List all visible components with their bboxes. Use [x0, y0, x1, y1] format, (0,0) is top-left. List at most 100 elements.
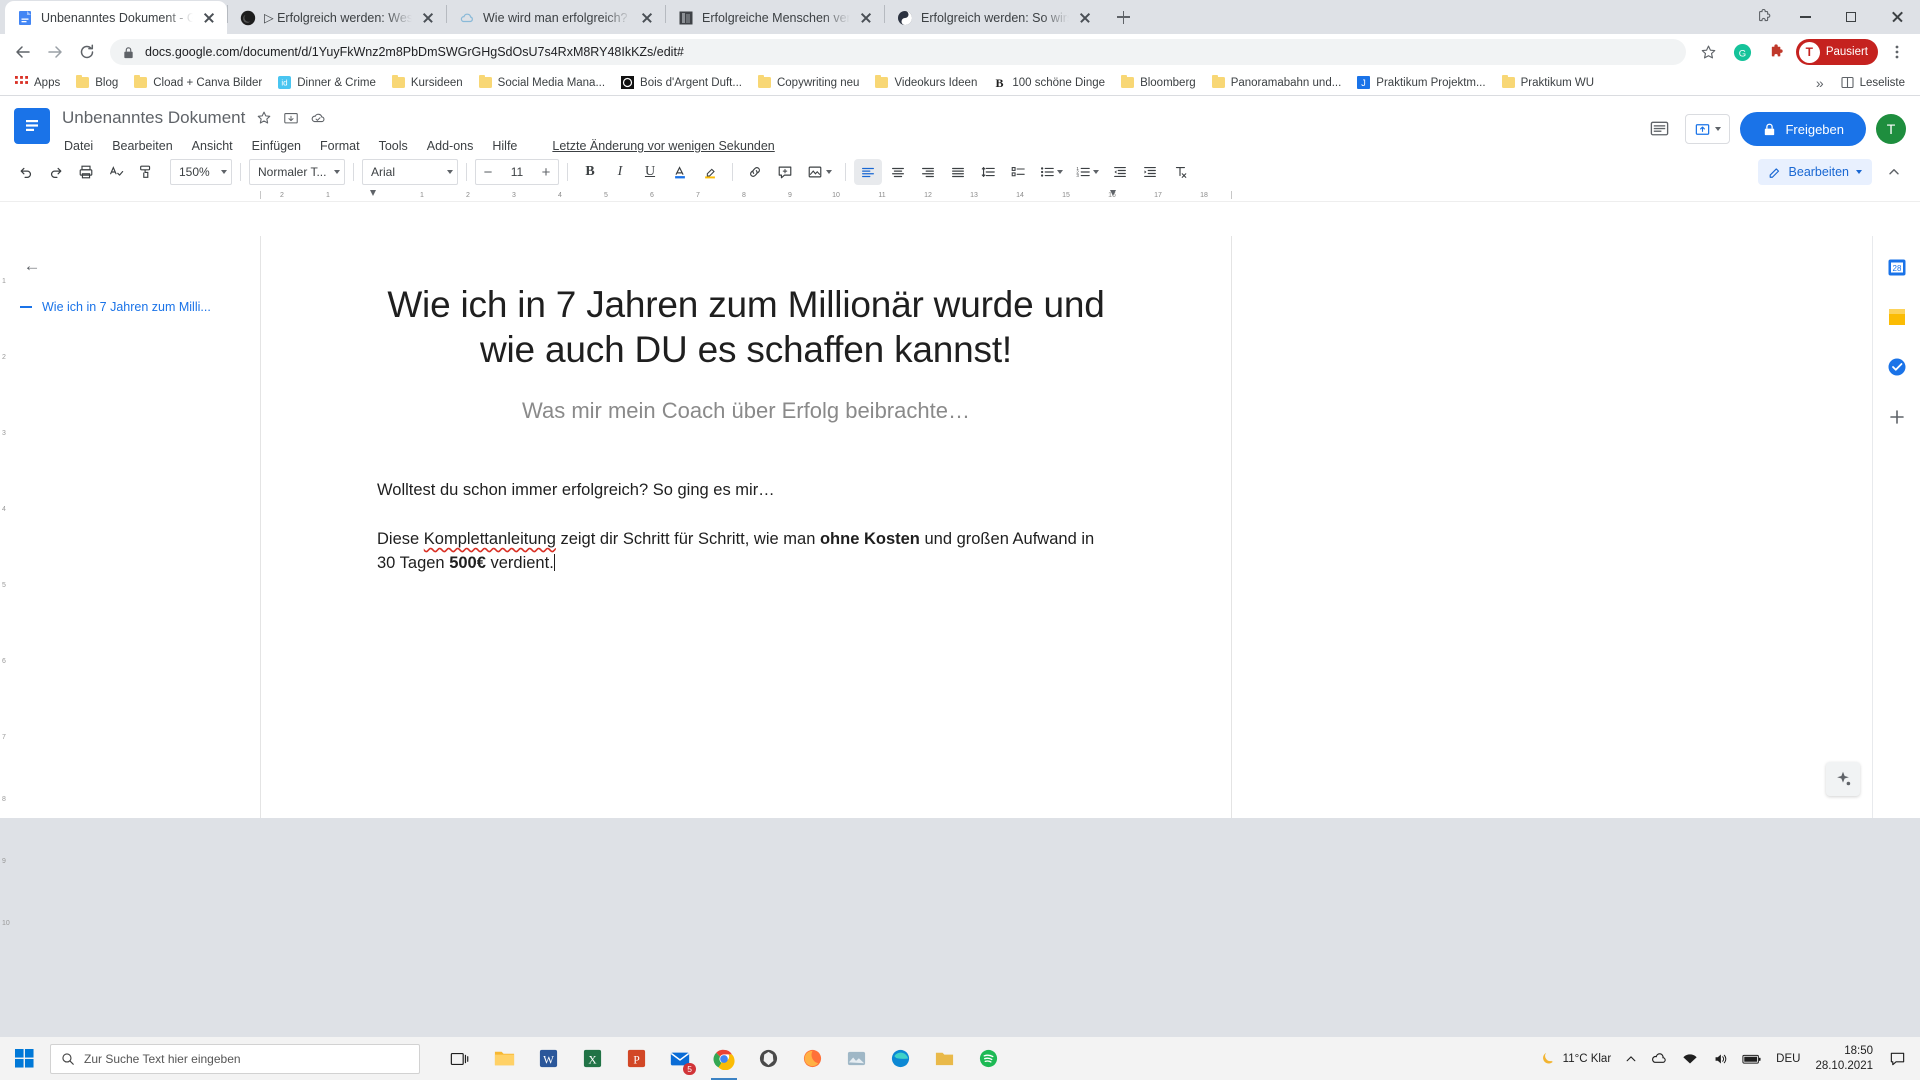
outline-item[interactable]: Wie ich in 7 Jahren zum Milli... — [20, 300, 240, 314]
print-button[interactable] — [72, 159, 100, 185]
close-icon[interactable] — [201, 10, 217, 26]
add-addon-icon[interactable] — [1884, 404, 1910, 430]
menu-datei[interactable]: Datei — [62, 137, 95, 155]
close-outline-button[interactable]: ← — [20, 254, 44, 278]
insert-link-button[interactable] — [741, 159, 769, 185]
chrome-icon[interactable] — [702, 1037, 746, 1080]
explore-button[interactable] — [1826, 762, 1860, 796]
browser-tab-2[interactable]: Wie wird man erfolgreich? – 15 T — [447, 1, 665, 34]
bookmark-copywriting[interactable]: Copywriting neu — [751, 75, 866, 91]
checklist-button[interactable] — [1004, 159, 1032, 185]
close-window-button[interactable] — [1874, 0, 1920, 34]
font-size-decrease[interactable]: − — [476, 164, 500, 181]
document-subheading[interactable]: Was mir mein Coach über Erfolg beibracht… — [377, 398, 1115, 424]
edge-icon[interactable] — [878, 1037, 922, 1080]
folder-icon[interactable] — [922, 1037, 966, 1080]
add-comment-button[interactable] — [771, 159, 799, 185]
horizontal-ruler[interactable]: 21 123 456 789 10 11 12 13 14 15 16 17 18 — [0, 188, 1920, 202]
tray-overflow-button[interactable] — [1618, 1037, 1644, 1080]
browser-tab-4[interactable]: Erfolgreich werden: So wirst du g — [885, 1, 1103, 34]
bookmark-praktikum-wu[interactable]: Praktikum WU — [1495, 75, 1601, 91]
star-icon[interactable] — [256, 110, 272, 126]
avatar[interactable]: T — [1876, 114, 1906, 144]
taskbar-search[interactable]: Zur Suche Text hier eingeben — [50, 1043, 420, 1074]
network-icon[interactable] — [1675, 1037, 1705, 1080]
document-heading[interactable]: Wie ich in 7 Jahren zum Millionär wurde … — [377, 282, 1115, 372]
present-button[interactable] — [1685, 114, 1731, 144]
bookmark-star-icon[interactable] — [1694, 37, 1724, 67]
menu-tools[interactable]: Tools — [377, 137, 410, 155]
bookmark-bois-dargent[interactable]: Bois d'Argent Duft... — [614, 74, 749, 91]
bold-button[interactable]: B — [576, 159, 604, 185]
address-bar[interactable]: docs.google.com/document/d/1YuyFkWnz2m8P… — [110, 39, 1686, 65]
align-justify-button[interactable] — [944, 159, 972, 185]
browser-tab-3[interactable]: Erfolgreiche Menschen verzichter — [666, 1, 884, 34]
firefox-icon[interactable] — [790, 1037, 834, 1080]
document-paragraph-2[interactable]: Diese Komplettanleitung zeigt dir Schrit… — [377, 527, 1115, 576]
last-edit-label[interactable]: Letzte Änderung vor wenigen Sekunden — [550, 137, 776, 155]
underline-button[interactable]: U — [636, 159, 664, 185]
excel-icon[interactable]: X — [570, 1037, 614, 1080]
bookmarks-overflow-button[interactable]: » — [1816, 75, 1824, 91]
move-to-folder-icon[interactable] — [283, 110, 299, 126]
redo-button[interactable] — [42, 159, 70, 185]
decrease-indent-button[interactable] — [1106, 159, 1134, 185]
close-icon[interactable] — [639, 10, 655, 26]
mail-icon[interactable]: 5 — [658, 1037, 702, 1080]
new-tab-button[interactable] — [1109, 3, 1137, 31]
paragraph-style-select[interactable]: Normaler T... — [249, 159, 345, 185]
paint-format-button[interactable] — [132, 159, 160, 185]
menu-hilfe[interactable]: Hilfe — [490, 137, 519, 155]
minimize-button[interactable] — [1782, 0, 1828, 34]
zoom-select[interactable]: 150% — [170, 159, 232, 185]
brave-icon[interactable] — [746, 1037, 790, 1080]
bookmark-blog[interactable]: Blog — [69, 75, 125, 91]
bookmark-panoramabahn[interactable]: Panoramabahn und... — [1205, 75, 1349, 91]
action-center-icon[interactable] — [1881, 1037, 1914, 1080]
align-left-button[interactable] — [854, 159, 882, 185]
bookmark-100-schoene-dinge[interactable]: B 100 schöne Dinge — [986, 74, 1112, 91]
forward-button[interactable] — [40, 37, 70, 67]
bookmark-social-media[interactable]: Social Media Mana... — [472, 75, 612, 91]
word-icon[interactable]: W — [526, 1037, 570, 1080]
back-button[interactable] — [8, 37, 38, 67]
bookmark-videokurs[interactable]: Videokurs Ideen — [868, 75, 984, 91]
bookmark-praktikum-projektm[interactable]: J Praktikum Projektm... — [1350, 74, 1492, 91]
menu-addons[interactable]: Add-ons — [425, 137, 476, 155]
docs-home-icon[interactable] — [14, 108, 50, 144]
menu-bearbeiten[interactable]: Bearbeiten — [110, 137, 174, 155]
document-paragraph-1[interactable]: Wolltest du schon immer erfolgreich? So … — [377, 478, 1115, 503]
grammarly-icon[interactable]: G — [1728, 37, 1758, 67]
close-icon[interactable] — [858, 10, 874, 26]
share-button[interactable]: Freigeben — [1740, 112, 1866, 146]
font-size-stepper[interactable]: − 11 + — [475, 159, 559, 185]
menu-ansicht[interactable]: Ansicht — [190, 137, 235, 155]
increase-indent-button[interactable] — [1136, 159, 1164, 185]
extensions-icon[interactable] — [1762, 37, 1792, 67]
spellcheck-button[interactable] — [102, 159, 130, 185]
file-explorer-icon[interactable] — [482, 1037, 526, 1080]
close-icon[interactable] — [1077, 10, 1093, 26]
undo-button[interactable] — [12, 159, 40, 185]
bookmark-dinner-crime[interactable]: id Dinner & Crime — [271, 74, 383, 91]
menu-einfuegen[interactable]: Einfügen — [250, 137, 303, 155]
menu-format[interactable]: Format — [318, 137, 362, 155]
font-size-value[interactable]: 11 — [500, 165, 534, 179]
numbered-list-button[interactable]: 123 — [1070, 159, 1104, 185]
clear-formatting-button[interactable] — [1166, 159, 1194, 185]
bulleted-list-button[interactable] — [1034, 159, 1068, 185]
photos-icon[interactable] — [834, 1037, 878, 1080]
align-center-button[interactable] — [884, 159, 912, 185]
browser-tab-1[interactable]: ▷ Erfolgreich werden: Weshalb 9 — [228, 1, 446, 34]
spotify-icon[interactable] — [966, 1037, 1010, 1080]
start-button[interactable] — [0, 1037, 48, 1080]
extension-puzzle-icon[interactable] — [1756, 9, 1772, 25]
comment-history-icon[interactable] — [1643, 113, 1675, 145]
onedrive-icon[interactable] — [1644, 1037, 1675, 1080]
document-page[interactable]: Wie ich in 7 Jahren zum Millionär wurde … — [260, 236, 1232, 818]
text-color-button[interactable] — [666, 159, 694, 185]
insert-image-button[interactable] — [801, 159, 837, 185]
reload-button[interactable] — [72, 37, 102, 67]
keep-icon[interactable] — [1884, 304, 1910, 330]
line-spacing-button[interactable] — [974, 159, 1002, 185]
